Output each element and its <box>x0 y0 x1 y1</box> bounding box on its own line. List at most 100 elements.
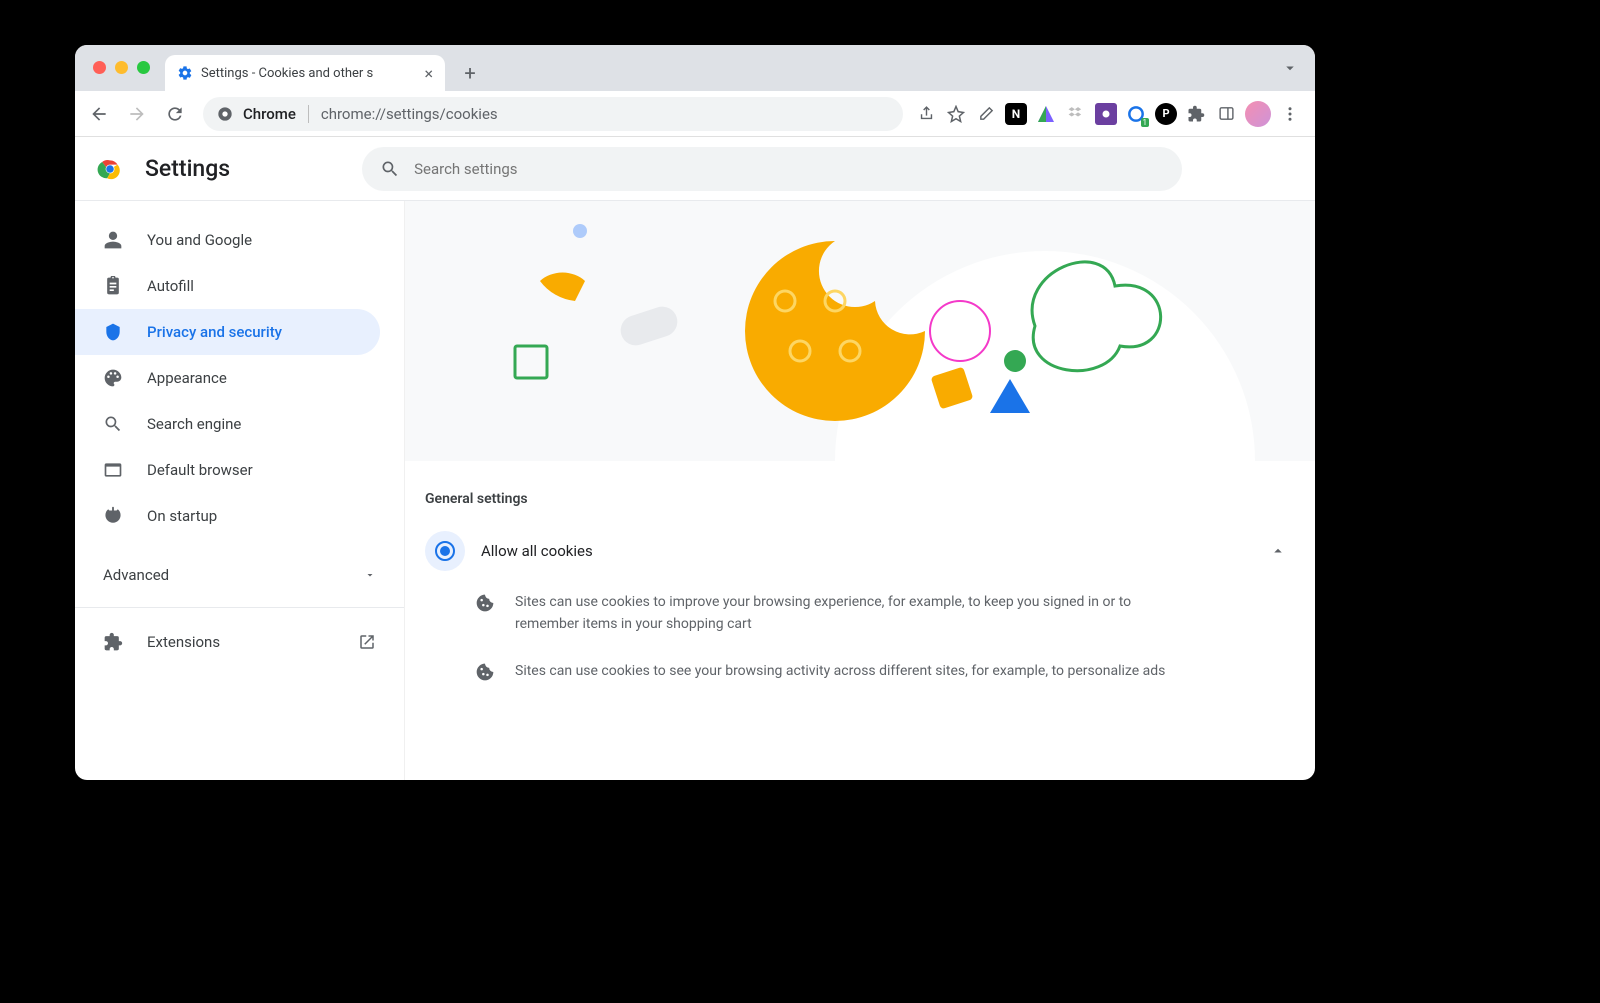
star-icon <box>947 105 965 123</box>
sidebar-item-label: Search engine <box>147 415 241 433</box>
sidebar-item-label: You and Google <box>147 231 252 249</box>
bookmark-button[interactable] <box>945 103 967 125</box>
extension-dropbox[interactable] <box>1065 103 1087 125</box>
sidebar-item-label: Default browser <box>147 461 253 479</box>
puzzle-icon <box>1187 105 1205 123</box>
option-detail-row: Sites can use cookies to improve your br… <box>405 583 1315 644</box>
maximize-window-button[interactable] <box>137 61 150 74</box>
power-icon <box>103 506 123 526</box>
chevron-up-icon <box>1269 542 1287 560</box>
new-tab-button[interactable]: + <box>455 58 485 88</box>
general-settings-label: General settings <box>405 461 1315 519</box>
share-icon <box>918 105 935 122</box>
hero-svg <box>405 201 1315 461</box>
option-label: Allow all cookies <box>481 542 1253 560</box>
extension-p[interactable]: P <box>1155 103 1177 125</box>
search-settings-field[interactable] <box>362 147 1182 191</box>
sidebar-item-on-startup[interactable]: On startup <box>75 493 380 539</box>
extension-badge: 1 <box>1141 118 1150 127</box>
browser-icon <box>103 460 123 480</box>
window-controls <box>93 61 150 74</box>
sidebar-extensions-label: Extensions <box>147 633 220 651</box>
back-button[interactable] <box>83 98 115 130</box>
panel-icon <box>1218 105 1235 122</box>
extension-cursor[interactable] <box>1035 103 1057 125</box>
sidebar-item-autofill[interactable]: Autofill <box>75 263 380 309</box>
settings-sidebar: You and Google Autofill Privacy and secu… <box>75 137 405 780</box>
close-window-button[interactable] <box>93 61 106 74</box>
settings-main: General settings Allow all cookies Sites… <box>405 137 1315 780</box>
option-detail-row: Sites can use cookies to see your browsi… <box>405 644 1315 690</box>
extension-notion[interactable]: N <box>1005 103 1027 125</box>
cookie-icon <box>475 593 495 613</box>
collapse-toggle[interactable] <box>1269 542 1295 560</box>
browser-toolbar: Chrome chrome://settings/cookies N <box>75 91 1315 137</box>
sidebar-item-extensions[interactable]: Extensions <box>75 616 404 668</box>
extensions-menu-button[interactable] <box>1185 103 1207 125</box>
extension-edit[interactable] <box>975 103 997 125</box>
settings-content: You and Google Autofill Privacy and secu… <box>75 137 1315 780</box>
forward-button[interactable] <box>121 98 153 130</box>
minimize-window-button[interactable] <box>115 61 128 74</box>
cookies-hero-illustration <box>405 201 1315 461</box>
extension-purple-icon <box>1099 107 1113 121</box>
chevron-down-icon <box>364 569 376 581</box>
sidebar-item-search-engine[interactable]: Search engine <box>75 401 380 447</box>
extension-cursor-icon <box>1038 106 1054 122</box>
sidebar-item-appearance[interactable]: Appearance <box>75 355 380 401</box>
allow-all-cookies-option[interactable]: Allow all cookies <box>405 519 1315 583</box>
option-detail-text: Sites can use cookies to improve your br… <box>515 591 1195 636</box>
profile-avatar[interactable] <box>1245 101 1271 127</box>
puzzle-icon <box>103 632 123 652</box>
share-button[interactable] <box>915 103 937 125</box>
dropbox-icon <box>1067 105 1085 123</box>
sidebar-item-label: On startup <box>147 507 217 525</box>
chrome-badge-icon <box>217 106 233 122</box>
sidebar-advanced-label: Advanced <box>103 566 169 584</box>
palette-icon <box>103 368 123 388</box>
tab-title: Settings - Cookies and other s <box>201 66 416 81</box>
browser-window: Settings - Cookies and other s × + Chrom… <box>75 45 1315 780</box>
extension-circle[interactable]: 1 <box>1125 103 1147 125</box>
more-vert-icon <box>1281 105 1299 123</box>
omnibox-separator <box>308 105 309 123</box>
omnibox-url: chrome://settings/cookies <box>321 105 498 123</box>
tab-strip: Settings - Cookies and other s × + <box>75 45 1315 91</box>
address-bar[interactable]: Chrome chrome://settings/cookies <box>203 97 903 131</box>
omnibox-scheme-label: Chrome <box>243 105 296 123</box>
arrow-left-icon <box>89 104 109 124</box>
sidebar-item-default-browser[interactable]: Default browser <box>75 447 380 493</box>
sidebar-item-label: Appearance <box>147 369 227 387</box>
browser-tab[interactable]: Settings - Cookies and other s × <box>165 55 445 91</box>
sidebar-item-privacy-security[interactable]: Privacy and security <box>75 309 380 355</box>
search-settings-input[interactable] <box>414 160 1164 178</box>
extension-purple[interactable] <box>1095 103 1117 125</box>
radio-button[interactable] <box>425 531 465 571</box>
search-icon <box>380 159 400 179</box>
toolbar-actions: N 1 P <box>915 101 1307 127</box>
page-title: Settings <box>145 155 230 182</box>
sidebar-item-label: Privacy and security <box>147 323 282 341</box>
arrow-right-icon <box>127 104 147 124</box>
search-icon <box>103 414 123 434</box>
reload-button[interactable] <box>159 98 191 130</box>
sidebar-item-you-and-google[interactable]: You and Google <box>75 217 380 263</box>
chrome-logo-icon <box>97 156 123 182</box>
tabs-dropdown-icon[interactable] <box>1281 59 1299 77</box>
close-tab-button[interactable]: × <box>424 64 433 83</box>
sidebar-advanced-toggle[interactable]: Advanced <box>75 549 404 599</box>
pencil-icon <box>978 105 995 122</box>
cookie-icon <box>475 662 495 682</box>
side-panel-button[interactable] <box>1215 103 1237 125</box>
kebab-menu-button[interactable] <box>1279 103 1301 125</box>
clipboard-icon <box>103 276 123 296</box>
settings-gear-icon <box>177 65 193 81</box>
sidebar-divider <box>75 607 404 608</box>
settings-header: Settings <box>75 137 1315 201</box>
person-icon <box>103 230 123 250</box>
option-detail-text: Sites can use cookies to see your browsi… <box>515 660 1165 682</box>
open-in-new-icon <box>358 633 376 651</box>
reload-icon <box>165 104 185 124</box>
shield-icon <box>103 322 123 342</box>
sidebar-item-label: Autofill <box>147 277 194 295</box>
